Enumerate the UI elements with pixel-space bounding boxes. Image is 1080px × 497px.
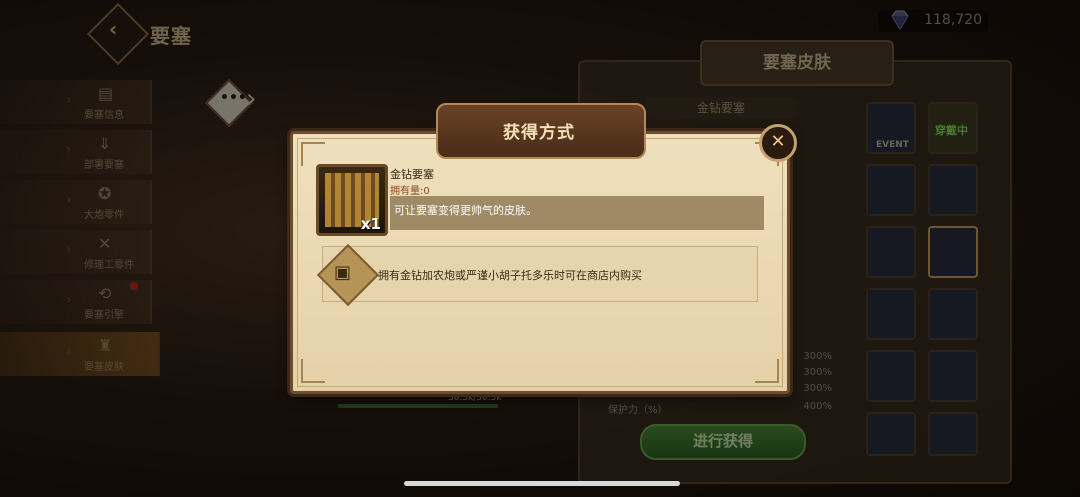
close-icon: ✕ <box>770 131 786 152</box>
item-owned-count: 拥有量:0 <box>390 186 430 197</box>
corner-ornament <box>301 142 325 166</box>
dialog-title: 获得方式 <box>503 123 575 143</box>
item-name: 金钻要塞 <box>390 168 434 181</box>
corner-ornament <box>301 359 325 383</box>
item-icon-frame: x1 <box>316 164 388 236</box>
item-quantity: x1 <box>360 215 381 233</box>
corner-ornament <box>755 359 779 383</box>
item-description: 可让要塞变得更帅气的皮肤。 <box>394 204 537 217</box>
acquire-source-text: 拥有金钻加农炮或严谨小胡子托多乐时可在商店内购买 <box>378 269 642 282</box>
close-button[interactable]: ✕ <box>759 124 797 162</box>
chest-icon: ▣ <box>334 262 352 283</box>
home-indicator[interactable] <box>404 481 680 486</box>
